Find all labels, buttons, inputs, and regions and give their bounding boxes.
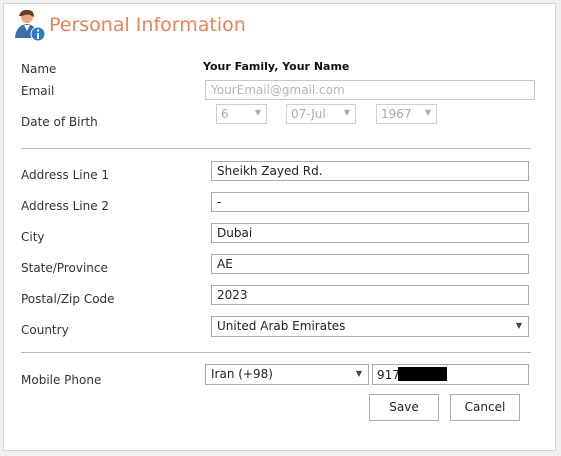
phone-country-code-value: Iran (+98) [211, 367, 273, 381]
user-info-icon [15, 9, 46, 42]
page-title: Personal Information [49, 14, 246, 36]
cancel-button[interactable]: Cancel [450, 394, 520, 421]
email-field[interactable] [205, 80, 535, 100]
state-province-label: State/Province [21, 261, 108, 275]
dob-year-select[interactable]: 1967 ▼ [376, 104, 437, 124]
save-button[interactable]: Save [369, 394, 439, 421]
section-divider [21, 352, 531, 353]
address-line-1-field[interactable] [211, 161, 529, 181]
address-line-2-label: Address Line 2 [21, 199, 110, 213]
redaction-box [398, 367, 447, 381]
dob-day-value: 6 [221, 107, 229, 121]
chevron-down-icon: ▼ [343, 108, 350, 117]
phone-number-prefix: 917 [377, 368, 400, 382]
dob-day-select[interactable]: 6 ▼ [216, 104, 267, 124]
name-label: Name [21, 62, 57, 76]
postal-code-field[interactable] [211, 285, 529, 305]
phone-number-field[interactable]: 917 [372, 364, 529, 385]
address-line-2-field[interactable] [211, 192, 529, 212]
dob-year-value: 1967 [381, 107, 412, 121]
city-field[interactable] [211, 223, 529, 243]
dob-month-value: 07-Jul [291, 107, 326, 121]
city-label: City [21, 230, 45, 244]
dob-label: Date of Birth [21, 115, 98, 129]
address-line-1-label: Address Line 1 [21, 168, 110, 182]
country-label: Country [21, 323, 69, 337]
postal-code-label: Postal/Zip Code [21, 292, 115, 306]
country-select[interactable]: United Arab Emirates ▼ [211, 316, 529, 337]
email-label: Email [21, 84, 55, 98]
country-value: United Arab Emirates [217, 319, 346, 333]
phone-country-code-select[interactable]: Iran (+98) ▼ [205, 364, 369, 385]
chevron-down-icon: ▼ [424, 108, 431, 117]
chevron-down-icon: ▼ [355, 369, 362, 378]
chevron-down-icon: ▼ [254, 108, 261, 117]
section-divider [21, 148, 531, 149]
name-value: Your Family, Your Name [203, 60, 350, 73]
mobile-phone-label: Mobile Phone [21, 373, 102, 387]
dob-month-select[interactable]: 07-Jul ▼ [286, 104, 356, 124]
state-province-field[interactable] [211, 254, 529, 274]
chevron-down-icon: ▼ [515, 321, 522, 330]
